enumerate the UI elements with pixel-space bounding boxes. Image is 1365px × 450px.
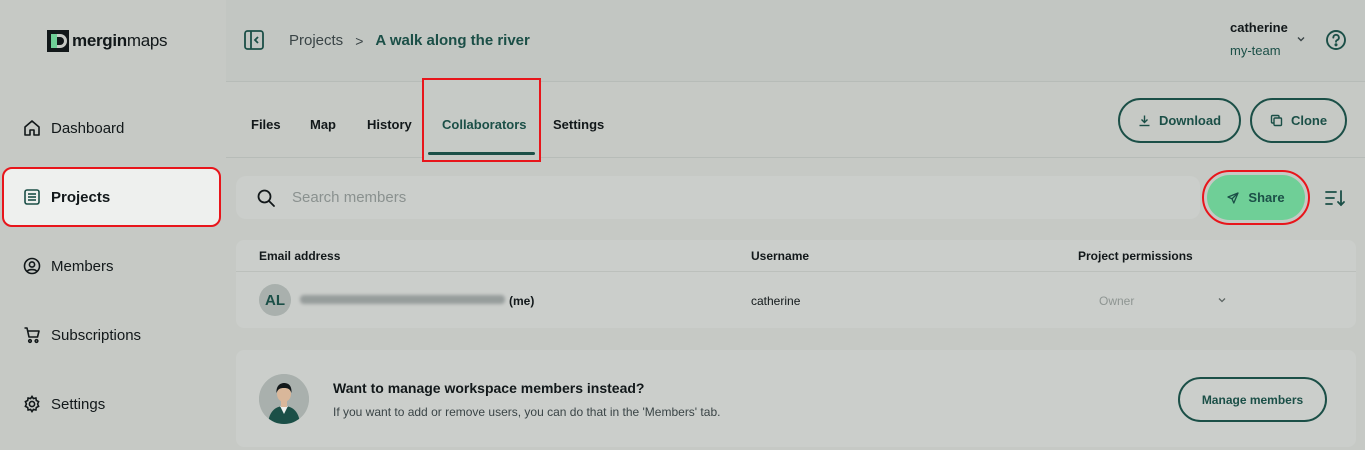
chevron-down-icon[interactable]	[1295, 33, 1307, 45]
email-address-redacted	[300, 295, 505, 304]
sidebar-item-label: Subscriptions	[51, 326, 142, 344]
clone-button[interactable]: Clone	[1250, 98, 1347, 143]
permission-select[interactable]: Owner	[1099, 294, 1134, 308]
manage-members-card: Want to manage workspace members instead…	[236, 350, 1356, 447]
tab-collaborators-label: Collaborators	[442, 117, 527, 132]
email-me-suffix: (me)	[509, 294, 535, 308]
download-button[interactable]: Download	[1118, 98, 1241, 143]
logo-text: merginmaps	[72, 31, 168, 51]
clone-label: Clone	[1290, 113, 1328, 128]
home-icon	[24, 120, 40, 136]
user-menu[interactable]: catherine my-team	[1230, 20, 1288, 58]
share-button[interactable]: Share	[1207, 175, 1305, 220]
projects-list-icon	[24, 189, 40, 205]
download-label: Download	[1158, 113, 1222, 128]
breadcrumb-current-project: A walk along the river	[375, 32, 530, 49]
column-header-email: Email address	[259, 249, 341, 263]
logo-mark-icon	[47, 30, 69, 52]
logo-text-light: maps	[126, 31, 168, 50]
active-tab-indicator	[428, 152, 535, 155]
collaborators-table: Email address Username Project permissio…	[236, 240, 1356, 328]
tab-map[interactable]: Map	[310, 117, 336, 132]
gear-icon	[24, 395, 40, 413]
sidebar: merginmaps Dashboard Projects Members Su…	[0, 0, 226, 450]
cart-icon	[24, 327, 40, 344]
sidebar-collapse-icon[interactable]	[243, 29, 265, 51]
card-description: If you want to add or remove users, you …	[333, 405, 721, 419]
sidebar-item-subscriptions[interactable]: Subscriptions	[0, 305, 226, 365]
card-title: Want to manage workspace members instead…	[333, 380, 645, 396]
user-name: catherine	[1230, 20, 1288, 35]
help-icon[interactable]	[1325, 29, 1347, 51]
column-header-username: Username	[751, 249, 810, 263]
copy-icon	[1270, 114, 1283, 127]
column-header-permissions: Project permissions	[1078, 249, 1193, 263]
tab-files[interactable]: Files	[251, 117, 281, 132]
breadcrumb: Projects > A walk along the river	[289, 32, 530, 49]
user-circle-icon	[23, 257, 41, 275]
workspace-name: my-team	[1230, 43, 1281, 58]
send-icon	[1227, 191, 1240, 204]
share-button-highlight: Share	[1202, 170, 1310, 225]
sidebar-item-label: Dashboard	[51, 119, 125, 137]
sidebar-item-label: Settings	[51, 395, 106, 413]
mergin-maps-logo[interactable]: merginmaps	[47, 30, 168, 52]
top-header: Projects > A walk along the river cather…	[226, 0, 1365, 82]
table-divider	[236, 271, 1356, 272]
sort-icon[interactable]	[1324, 188, 1346, 208]
sidebar-item-label: Projects	[51, 188, 111, 206]
project-tabs: Files Map History Collaborators Settings…	[226, 78, 1365, 162]
sidebar-item-label: Members	[51, 257, 114, 275]
sidebar-item-dashboard[interactable]: Dashboard	[0, 98, 226, 158]
sidebar-item-settings[interactable]: Settings	[0, 374, 226, 434]
tab-history[interactable]: History	[367, 117, 412, 132]
breadcrumb-projects-link[interactable]: Projects	[289, 32, 343, 49]
username-cell: catherine	[751, 294, 801, 308]
search-icon	[257, 189, 275, 207]
member-search	[236, 176, 1200, 219]
chevron-down-icon[interactable]	[1216, 294, 1228, 306]
search-members-input[interactable]	[292, 189, 1172, 206]
tab-settings[interactable]: Settings	[553, 117, 604, 132]
person-illustration-icon	[259, 374, 309, 424]
download-icon	[1139, 115, 1150, 127]
sidebar-item-projects[interactable]: Projects	[2, 167, 221, 227]
share-label: Share	[1248, 190, 1285, 205]
logo-text-bold: mergin	[72, 31, 127, 50]
breadcrumb-separator: >	[355, 32, 364, 49]
sidebar-item-members[interactable]: Members	[0, 236, 226, 296]
manage-members-button[interactable]: Manage members	[1178, 377, 1327, 422]
avatar: AL	[259, 284, 291, 316]
tab-collaborators[interactable]: Collaborators	[422, 78, 541, 162]
